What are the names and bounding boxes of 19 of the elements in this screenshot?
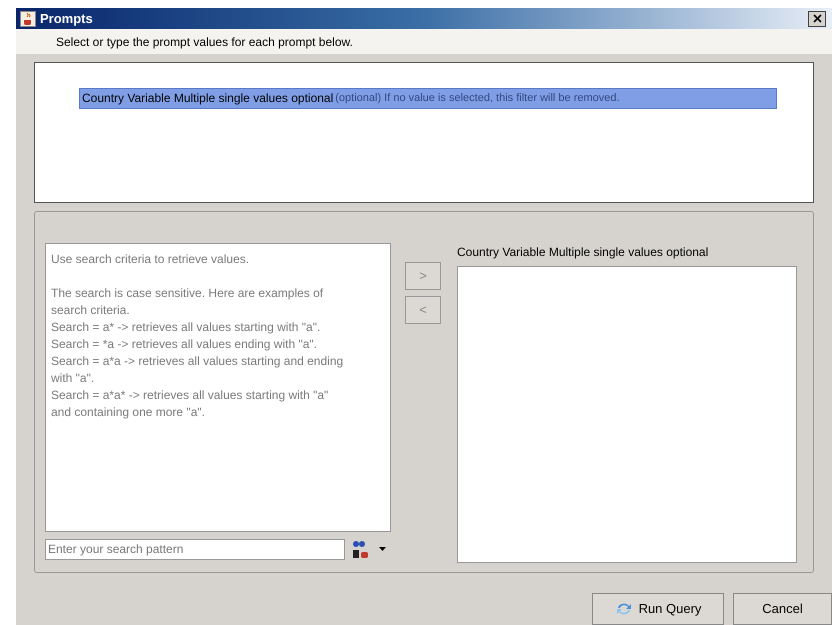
window-title: Prompts (40, 10, 93, 28)
close-button[interactable] (808, 10, 826, 27)
cancel-button[interactable]: Cancel (733, 593, 832, 625)
selected-values-label: Country Variable Multiple single values optional (457, 244, 710, 261)
help-text: The search is case sensitive. Here are examples of search criteria. (51, 285, 324, 319)
close-icon (812, 14, 822, 24)
run-query-button[interactable]: Run Query (592, 593, 724, 625)
help-text: Search = a*a* -> retrieves all values starting with "a" and containing one more "a". (51, 387, 330, 421)
instruction-text: Select or type the prompt values for each prompt below. (56, 34, 353, 51)
help-text: Use search criteria to retrieve values. (51, 251, 250, 268)
refresh-icon (614, 601, 633, 617)
search-options-button[interactable] (351, 538, 386, 560)
search-field[interactable]: Enter your search pattern (45, 538, 345, 560)
caret-icon (379, 547, 386, 551)
prompt-item[interactable]: Country Variable Multiple single values optional (optional) If no value is selected, this filter will be removed. (79, 88, 777, 108)
help-text: Search = a*a -> retrieves all values starting and ending with "a". (51, 353, 344, 387)
help-text: Search = *a -> retrieves all values ending with "a". (51, 336, 318, 353)
help-text: Search = a* -> retrieves all values starting with "a". (51, 319, 322, 336)
coffee-cup-icon (20, 10, 36, 27)
